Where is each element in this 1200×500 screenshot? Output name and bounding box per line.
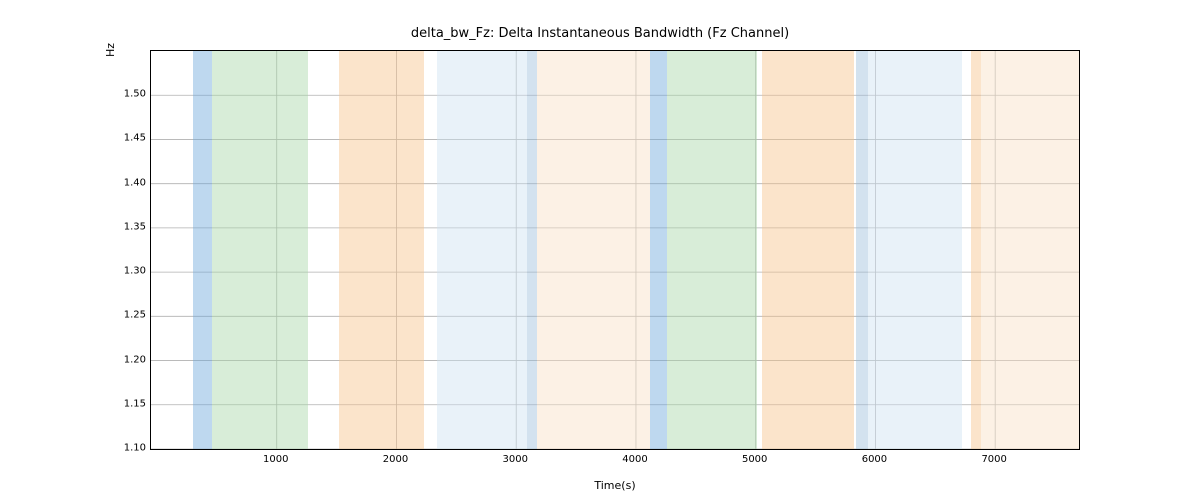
shaded-region	[212, 51, 308, 449]
shaded-region	[971, 51, 981, 449]
plot-area	[150, 50, 1080, 450]
y-tick: 1.40	[106, 177, 146, 188]
shaded-region	[650, 51, 667, 449]
x-tick: 6000	[862, 454, 887, 465]
y-tick: 1.10	[106, 443, 146, 454]
shaded-region	[339, 51, 424, 449]
x-tick: 3000	[502, 454, 527, 465]
shaded-region	[437, 51, 527, 449]
y-tick: 1.25	[106, 310, 146, 321]
y-tick: 1.20	[106, 354, 146, 365]
y-tick: 1.45	[106, 133, 146, 144]
background-regions	[151, 51, 1079, 449]
shaded-region	[771, 51, 854, 449]
shaded-region	[868, 51, 961, 449]
x-axis-label: Time(s)	[150, 479, 1080, 492]
y-tick: 1.50	[106, 89, 146, 100]
x-tick: 7000	[981, 454, 1006, 465]
shaded-region	[856, 51, 868, 449]
shaded-region	[762, 51, 771, 449]
x-tick: 2000	[383, 454, 408, 465]
shaded-region	[981, 51, 1079, 449]
y-tick-labels: 1.101.151.201.251.301.351.401.451.50	[100, 50, 146, 450]
chart-title: delta_bw_Fz: Delta Instantaneous Bandwid…	[0, 26, 1200, 41]
y-tick: 1.35	[106, 221, 146, 232]
y-tick: 1.30	[106, 266, 146, 277]
x-tick: 5000	[742, 454, 767, 465]
shaded-region	[667, 51, 757, 449]
shaded-region	[537, 51, 651, 449]
x-tick: 1000	[263, 454, 288, 465]
x-tick: 4000	[622, 454, 647, 465]
shaded-region	[193, 51, 212, 449]
chart-figure: delta_bw_Fz: Delta Instantaneous Bandwid…	[0, 0, 1200, 500]
x-tick-labels: 1000 2000 3000 4000 5000 6000 7000	[150, 454, 1080, 468]
shaded-region	[527, 51, 537, 449]
y-tick: 1.15	[106, 398, 146, 409]
